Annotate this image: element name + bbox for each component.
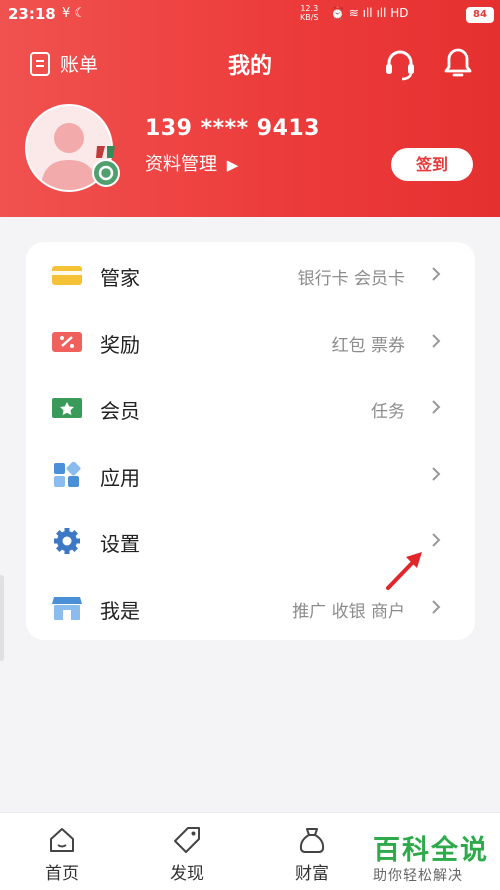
chevron-right-icon <box>432 533 441 547</box>
net-speed: 12.3 KB/S <box>300 4 319 22</box>
tab-discover[interactable]: 发现 <box>147 813 227 890</box>
bell-icon[interactable] <box>443 46 473 80</box>
signal-icons: ⏰ ≋ ıll ıll HD <box>330 6 409 20</box>
phone-number: 139 **** 9413 <box>145 116 320 141</box>
side-drawer-handle[interactable] <box>0 575 4 661</box>
profile-manage-link[interactable]: 资料管理 ▶ <box>145 150 238 176</box>
medal-icon <box>92 146 120 187</box>
menu-label: 奖励 <box>100 333 140 357</box>
status-bar: 23:18 ¥ ☾ 12.3 KB/S ⏰ ≋ ıll ıll HD 84 <box>0 0 500 30</box>
menu-sub: 银行卡 会员卡 <box>297 269 405 289</box>
menu-item-reward[interactable]: 奖励 红包 票券 <box>26 309 475 375</box>
gear-icon <box>54 528 80 554</box>
top-nav: 账单 我的 <box>0 40 500 88</box>
apps-grid-icon <box>54 462 81 487</box>
tab-label: 发现 <box>170 864 204 884</box>
menu-sub: 任务 <box>371 402 405 422</box>
chevron-right-icon <box>432 400 441 414</box>
tab-wealth[interactable]: 财富 <box>272 813 352 890</box>
chevron-right-icon <box>432 467 441 481</box>
chevron-right-icon <box>432 334 441 348</box>
store-icon <box>52 597 82 620</box>
menu-item-member[interactable]: 会员 任务 <box>26 375 475 441</box>
headset-icon[interactable] <box>383 48 417 82</box>
money-bag-icon <box>299 828 325 853</box>
red-arrow-annotation <box>386 552 422 590</box>
battery-icon: 84 <box>466 7 494 23</box>
menu-label: 会员 <box>100 399 140 423</box>
tag-icon <box>174 827 200 853</box>
notification-icons: ¥ ☾ <box>62 6 87 21</box>
member-ticket-icon <box>52 398 82 418</box>
coupon-icon <box>52 332 82 352</box>
menu-sub: 红包 票券 <box>331 336 405 356</box>
menu-sub: 推广 收银 商户 <box>292 602 405 622</box>
tab-home[interactable]: 首页 <box>22 813 102 890</box>
tab-label: 财富 <box>295 864 329 884</box>
signin-button[interactable]: 签到 <box>391 148 473 181</box>
watermark: 百科全说 助你轻松解决 <box>373 835 489 884</box>
menu-item-apps[interactable]: 应用 <box>26 442 475 508</box>
status-time: 23:18 <box>8 5 56 23</box>
chevron-right-icon <box>432 600 441 614</box>
menu-label: 应用 <box>100 466 140 490</box>
play-arrow-icon: ▶ <box>226 156 239 174</box>
menu-label: 管家 <box>100 266 140 290</box>
chevron-right-icon <box>432 267 441 281</box>
menu-item-butler[interactable]: 管家 银行卡 会员卡 <box>26 242 475 308</box>
tab-label: 首页 <box>45 864 79 884</box>
menu-label: 设置 <box>100 532 140 556</box>
home-icon <box>50 828 74 852</box>
page-title: 我的 <box>227 54 272 79</box>
menu-label: 我是 <box>100 599 140 623</box>
profile-manage-label: 资料管理 <box>145 154 217 175</box>
card-icon <box>52 266 82 285</box>
